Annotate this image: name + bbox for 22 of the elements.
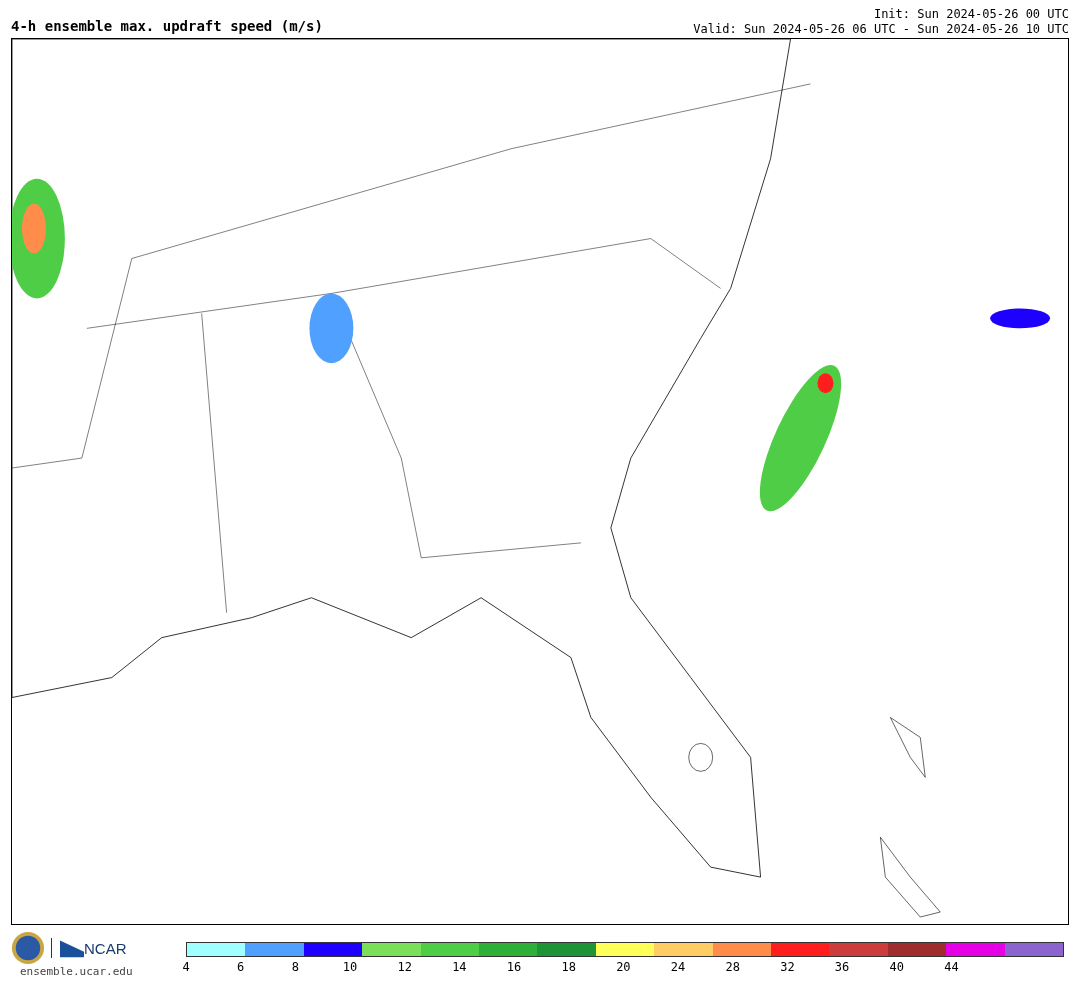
tick-label: 4 — [182, 960, 190, 974]
site-url: ensemble.ucar.edu — [20, 965, 133, 978]
tick-label: 14 — [452, 960, 467, 974]
tick-label: 16 — [506, 960, 522, 974]
chart-title: 4-h ensemble max. updraft speed (m/s) — [11, 18, 323, 36]
tick-label: 24 — [670, 960, 686, 974]
wedge-logo-icon — [51, 938, 84, 958]
tick-label: 12 — [397, 960, 412, 974]
ncar-logo-text: NCAR — [84, 939, 127, 957]
tick-label: 44 — [944, 960, 959, 974]
tick-label: 36 — [834, 960, 850, 974]
tick-label: 8 — [291, 960, 299, 974]
tick-label: 10 — [342, 960, 358, 974]
tick-label: 6 — [237, 960, 245, 974]
tick-label: 18 — [561, 960, 576, 974]
tick-label: 32 — [780, 960, 795, 974]
tick-label: 40 — [889, 960, 904, 974]
init-time: Init: Sun 2024-05-26 00 UTC — [873, 7, 1069, 22]
tick-label: 20 — [616, 960, 631, 974]
nsf-logo-icon — [11, 931, 45, 965]
valid-time: Valid: Sun 2024-05-26 06 UTC - Sun 2024-05-26 10 UTC — [693, 22, 1069, 37]
tick-label: 28 — [725, 960, 740, 974]
